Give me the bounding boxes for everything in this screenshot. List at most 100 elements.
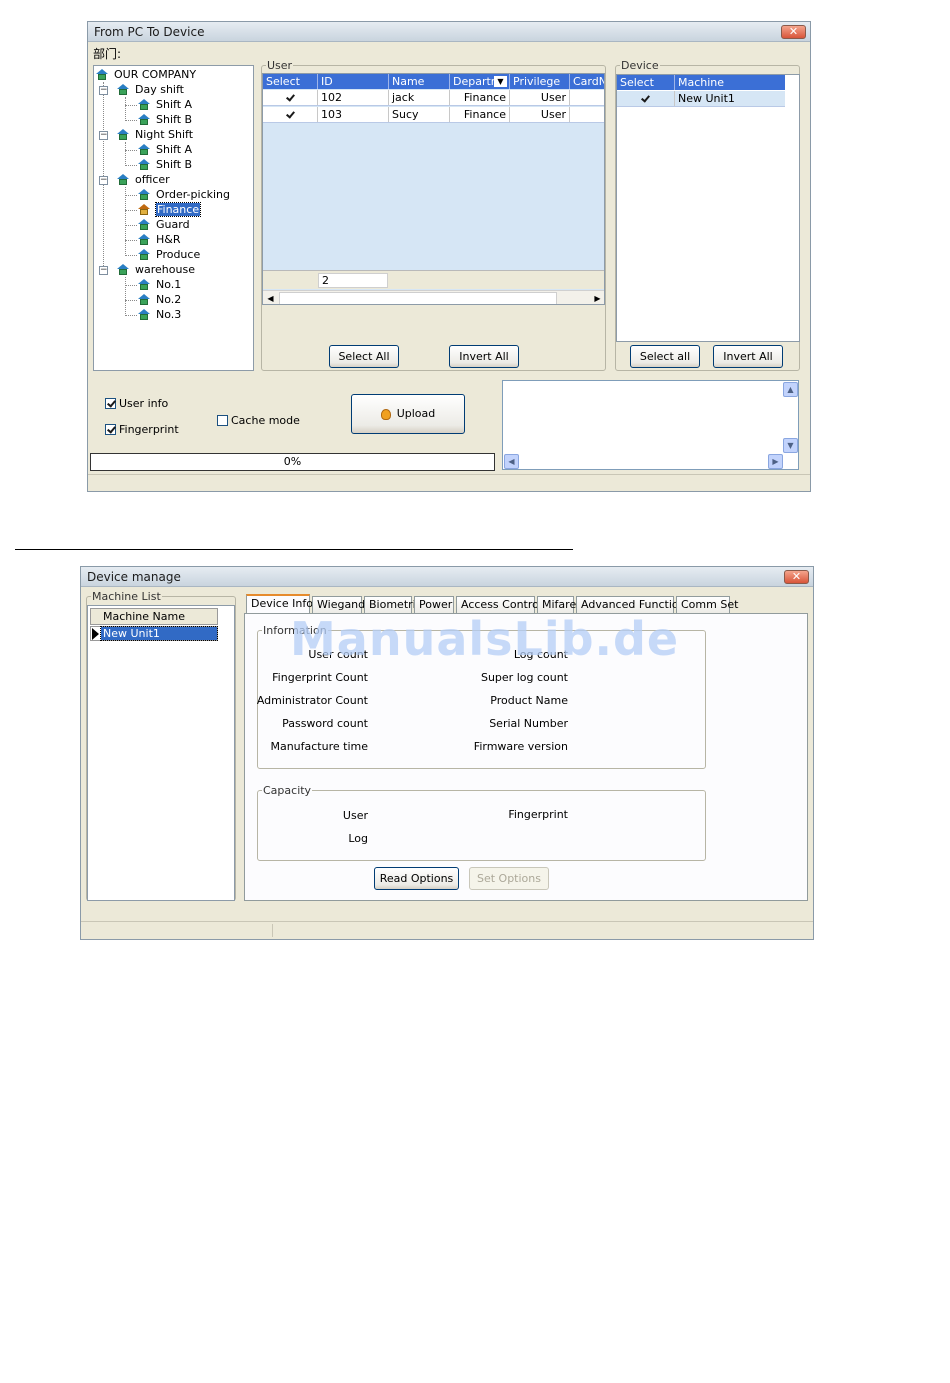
house-icon <box>138 309 151 320</box>
tree-item-night-shift[interactable]: Night Shift <box>117 127 193 142</box>
read-options-button[interactable]: Read Options <box>374 867 459 890</box>
administrator-count-label: Administrator Count <box>256 694 368 707</box>
from-pc-to-device-window: From PC To Device ✕ 部门: − − − − OUR COMP… <box>87 21 811 492</box>
table-row[interactable]: New Unit1 <box>617 91 785 107</box>
fingerprint-option[interactable]: Fingerprint <box>105 423 179 436</box>
scroll-left-icon[interactable]: ◀ <box>263 291 278 304</box>
tree-item-no3[interactable]: No.3 <box>138 307 181 322</box>
tree-item-no2[interactable]: No.2 <box>138 292 181 307</box>
cell-department: Finance <box>450 107 510 122</box>
column-header-department[interactable]: Departm ▼ <box>450 74 510 89</box>
column-header-cardno[interactable]: CardN <box>570 74 604 89</box>
cell-cardno <box>570 90 604 105</box>
dropdown-arrow-icon[interactable]: ▼ <box>494 76 507 87</box>
horizontal-scrollbar[interactable]: ◀ ▶ <box>263 290 604 304</box>
upload-button[interactable]: Upload <box>351 394 465 434</box>
cell-name: jack <box>389 90 450 105</box>
user-grid[interactable]: Select ID Name Departm ▼ Privilege CardN … <box>262 73 605 305</box>
tab-device-info[interactable]: Device Info <box>246 594 313 614</box>
select-all-users-button[interactable]: Select All <box>329 345 399 368</box>
tree-item-finance[interactable]: Finance <box>138 202 202 217</box>
tab-power[interactable]: Power <box>414 596 454 613</box>
cache-mode-checkbox[interactable] <box>217 415 228 426</box>
row-checkbox[interactable] <box>285 110 296 121</box>
password-count-label: Password count <box>282 717 368 730</box>
tab-comm-set[interactable]: Comm Set <box>676 596 738 613</box>
list-item[interactable]: New Unit1 <box>90 626 218 641</box>
status-panel <box>83 924 273 937</box>
log-output[interactable]: ▲ ▼ ◀ ▶ <box>502 380 799 470</box>
tab-biometric[interactable]: Biometric <box>364 596 422 613</box>
tree-item-order-picking[interactable]: Order-picking <box>138 187 230 202</box>
collapse-icon[interactable]: − <box>99 86 108 95</box>
tree-item-guard[interactable]: Guard <box>138 217 190 232</box>
scroll-up-icon[interactable]: ▲ <box>783 382 798 397</box>
scroll-right-icon[interactable]: ▶ <box>768 454 783 469</box>
tree-item-label: No.3 <box>156 308 182 321</box>
tree-item-warehouse[interactable]: warehouse <box>117 262 195 277</box>
tree-item-produce[interactable]: Produce <box>138 247 200 262</box>
tab-access-control[interactable]: Access Control <box>456 596 542 613</box>
set-options-button[interactable]: Set Options <box>469 867 549 890</box>
column-header-id[interactable]: ID <box>318 74 389 89</box>
user-info-checkbox[interactable] <box>105 398 116 409</box>
tree-item-officer[interactable]: officer <box>117 172 170 187</box>
invert-all-devices-button[interactable]: Invert All <box>713 345 783 368</box>
row-select-cell[interactable] <box>263 90 318 105</box>
fingerprint-checkbox[interactable] <box>105 424 116 435</box>
column-header-privilege[interactable]: Privilege <box>510 74 570 89</box>
device-grid[interactable]: Select Machine New Unit1 <box>616 74 800 342</box>
tree-item-shift-a[interactable]: Shift A <box>138 142 192 157</box>
scroll-thumb[interactable] <box>279 292 557 304</box>
capacity-group-label: Capacity <box>262 784 313 797</box>
column-header-machine-name[interactable]: Machine Name <box>103 610 185 623</box>
cell-privilege: User <box>510 90 570 105</box>
collapse-icon[interactable]: − <box>99 266 108 275</box>
row-checkbox[interactable] <box>285 93 296 104</box>
column-header-select[interactable]: Select <box>617 75 675 90</box>
scroll-down-icon[interactable]: ▼ <box>783 438 798 453</box>
tree-item-shift-b[interactable]: Shift B <box>138 157 192 172</box>
user-group: User Select ID Name Departm ▼ Privilege C… <box>261 59 606 371</box>
machine-list[interactable]: Machine Name New Unit1 <box>87 605 235 901</box>
collapse-icon[interactable]: − <box>99 176 108 185</box>
tree-item-shift-a[interactable]: Shift A <box>138 97 192 112</box>
tree-item-label: No.1 <box>156 278 182 291</box>
cache-mode-option[interactable]: Cache mode <box>217 414 300 427</box>
tree-item-shift-b[interactable]: Shift B <box>138 112 192 127</box>
tree-item-no1[interactable]: No.1 <box>138 277 181 292</box>
user-info-label: User info <box>119 397 169 410</box>
column-header-name[interactable]: Name <box>389 74 450 89</box>
table-row[interactable]: 102 jack Finance User <box>263 90 604 106</box>
row-select-cell[interactable] <box>617 91 675 106</box>
tab-wiegand[interactable]: Wiegand <box>312 596 365 613</box>
collapse-icon[interactable]: − <box>99 131 108 140</box>
machine-name: New Unit1 <box>100 626 218 641</box>
cell-machine: New Unit1 <box>678 92 735 105</box>
progress-bar: 0% <box>90 453 495 471</box>
row-count: 2 <box>318 273 388 288</box>
user-info-option[interactable]: User info <box>105 397 168 410</box>
row-pointer-icon <box>92 628 99 640</box>
tab-advanced-function[interactable]: Advanced Function <box>576 596 686 613</box>
close-button[interactable]: ✕ <box>784 570 809 584</box>
user-grid-header: Select ID Name Departm ▼ Privilege CardN <box>263 74 604 89</box>
column-header-machine[interactable]: Machine <box>675 75 785 90</box>
invert-all-users-button[interactable]: Invert All <box>449 345 519 368</box>
tree-item-label: Shift B <box>156 113 193 126</box>
row-checkbox[interactable] <box>640 94 651 105</box>
tree-item-day-shift[interactable]: Day shift <box>117 82 184 97</box>
tree-item-our-company[interactable]: OUR COMPANY <box>96 67 196 82</box>
row-select-cell[interactable] <box>263 107 318 122</box>
device-group-label: Device <box>620 59 660 72</box>
progress-text: 0% <box>283 455 302 468</box>
scroll-right-icon[interactable]: ▶ <box>590 291 604 304</box>
tree-item-hr[interactable]: H&R <box>138 232 181 247</box>
table-row[interactable]: 103 Sucy Finance User <box>263 107 604 123</box>
scroll-left-icon[interactable]: ◀ <box>504 454 519 469</box>
tab-mifare[interactable]: Mifare <box>537 596 576 613</box>
close-button[interactable]: ✕ <box>781 25 806 39</box>
select-all-devices-button[interactable]: Select all <box>630 345 700 368</box>
department-tree[interactable]: − − − − OUR COMPANY Day shift Shift A Sh… <box>93 65 254 371</box>
column-header-select[interactable]: Select <box>263 74 318 89</box>
